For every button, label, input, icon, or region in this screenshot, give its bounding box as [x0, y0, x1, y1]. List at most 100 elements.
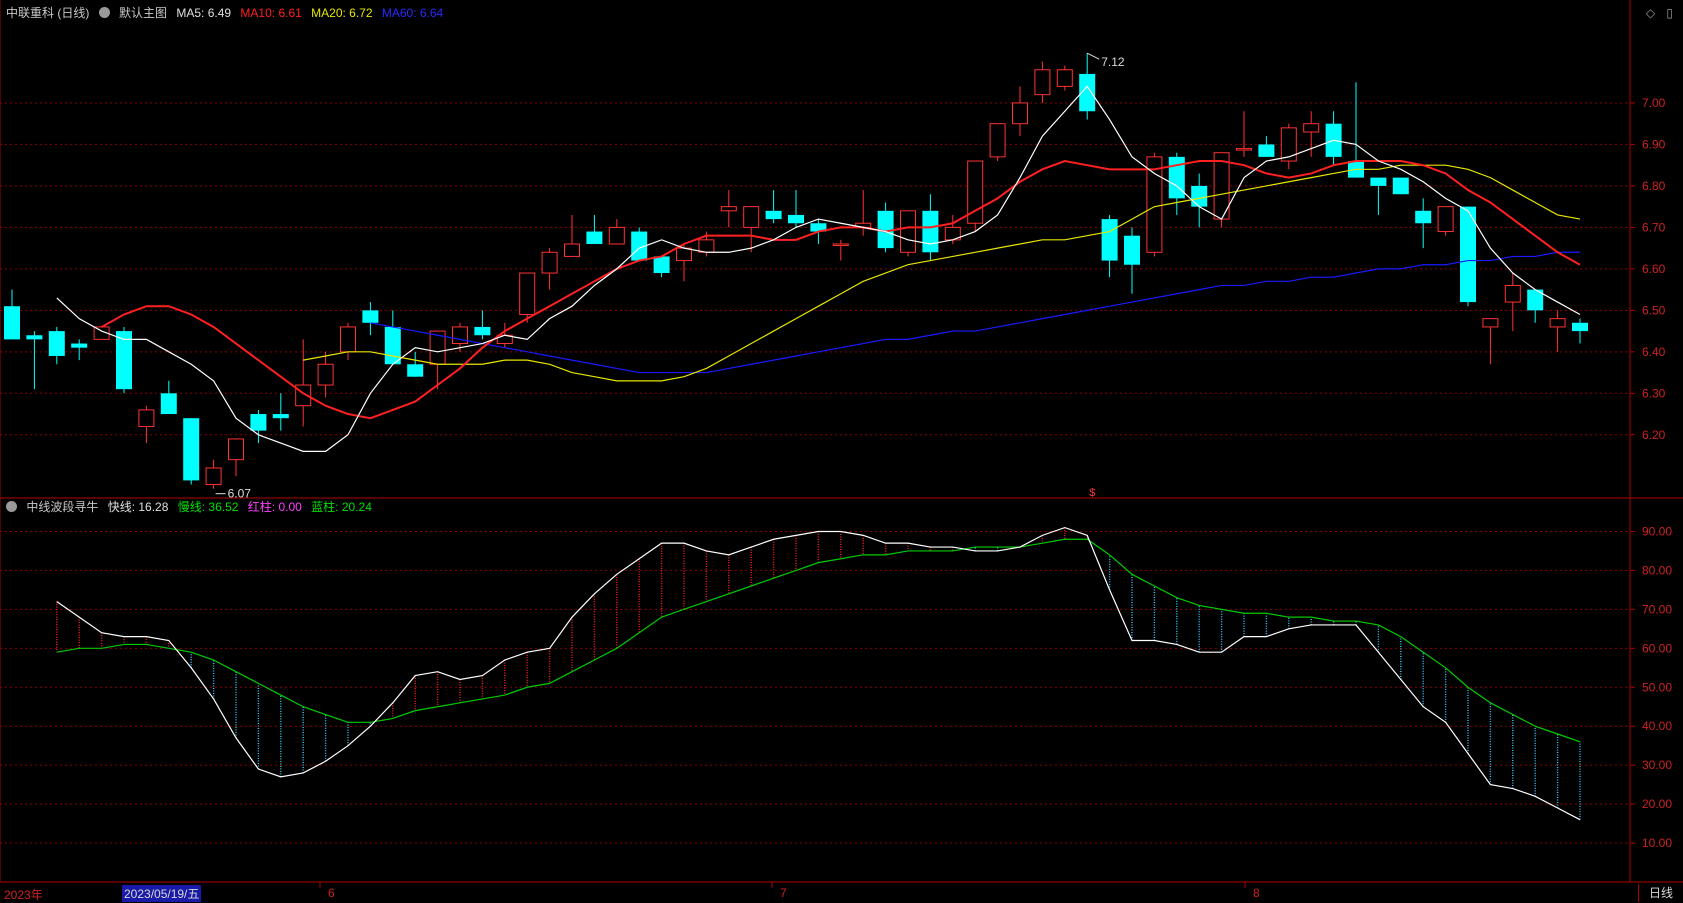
sub-y-tick-label: 80.00: [1642, 563, 1672, 577]
candle-body-down: [160, 393, 177, 415]
red-col-label: 红柱: 0.00: [247, 500, 302, 514]
main-y-tick-label: 6.30: [1642, 386, 1666, 400]
indicator-gear-icon[interactable]: [6, 501, 17, 512]
candle-body-down: [250, 414, 267, 431]
sub-y-tick-label: 50.00: [1642, 680, 1672, 694]
x-label-month-8: 8: [1253, 886, 1260, 900]
candle-body-down: [26, 335, 43, 340]
sub-y-tick-label: 70.00: [1642, 602, 1672, 616]
candle-body-up: [900, 210, 916, 253]
candle-body-down: [407, 364, 424, 377]
sub-y-tick-label: 20.00: [1642, 797, 1672, 811]
candle-body-up: [676, 247, 692, 262]
candle-body-down: [4, 306, 20, 340]
candle-body-down: [1191, 185, 1208, 207]
x-label-month-7: 7: [780, 886, 787, 900]
candle-body-down: [384, 326, 401, 365]
candle-body-down: [183, 418, 200, 481]
candle-body-up: [1549, 318, 1566, 328]
high-pointer: [1086, 52, 1100, 60]
candle-body-down: [1168, 156, 1185, 199]
candle-body-up: [1034, 69, 1051, 96]
candle-body-up: [1012, 102, 1028, 125]
blue-col-label: 蓝柱: 20.24: [311, 500, 372, 514]
selected-date[interactable]: 2023/05/19/五: [122, 885, 202, 902]
candle-body-down: [1370, 177, 1387, 186]
ma60-label: MA60: 6.64: [381, 6, 444, 20]
candle-body-down: [362, 310, 379, 323]
main-y-tick-label: 6.40: [1642, 345, 1666, 359]
candle-body-up: [608, 226, 625, 245]
candle-body-up: [205, 467, 222, 486]
candle-body-up: [228, 438, 244, 461]
candle-body-up: [989, 123, 1006, 158]
candle-body-down: [1572, 322, 1588, 332]
top-right-icons: ◇ ▯: [1638, 6, 1673, 20]
x-label-year: 2023年: [4, 888, 43, 902]
candle-body-up: [1303, 123, 1320, 133]
candle-body-down: [1258, 144, 1275, 157]
candle-body-up: [832, 243, 849, 246]
sub-y-tick-label: 30.00: [1642, 758, 1672, 772]
candle-body-up: [317, 363, 334, 386]
candle-body-up: [519, 272, 536, 315]
candle-body-up: [698, 239, 715, 253]
main-y-tick-label: 6.60: [1642, 262, 1666, 276]
slow-line: [56, 538, 1581, 743]
main-y-tick-label: 6.70: [1642, 220, 1666, 234]
fast-line: [56, 526, 1581, 821]
candle-body-down: [1124, 235, 1140, 265]
low-label: 6.07: [228, 487, 252, 501]
candle-body-down: [1101, 219, 1118, 261]
candle-body-down: [1415, 210, 1432, 224]
candle-body-down: [474, 326, 491, 336]
candle-body-down: [48, 331, 65, 356]
candle-body-down: [272, 414, 289, 419]
candle-body-up: [1146, 156, 1163, 253]
candle-body-up: [720, 206, 737, 212]
sub-y-tick-label: 40.00: [1642, 719, 1672, 733]
candle-body-down: [586, 231, 603, 244]
sub-y-tick-label: 10.00: [1642, 836, 1672, 850]
main-y-tick-label: 6.80: [1642, 179, 1666, 193]
kline-chart-canvas[interactable]: 7.12 6.07 $ 7.00 6.90 6.80 6.70 6.60 6.50 6.40 6.…: [0, 0, 1683, 902]
candle-body-down: [71, 343, 88, 348]
stock-name[interactable]: 中联重科 (日线): [6, 6, 89, 20]
candle-body-up: [1504, 284, 1521, 303]
indicator-plot[interactable]: [56, 526, 1581, 821]
ma10-label: MA10: 6.61: [240, 6, 302, 20]
candle-body-up: [564, 243, 580, 257]
candle-body-up: [1280, 127, 1297, 162]
candle-body-up: [138, 409, 155, 427]
candle-body-up: [743, 206, 760, 228]
fast-line-label: 快线: 16.28: [107, 500, 169, 514]
window-icon[interactable]: ▯: [1666, 6, 1673, 20]
diamond-icon[interactable]: ◇: [1646, 6, 1655, 20]
main-chart-label[interactable]: 默认主图: [119, 6, 167, 20]
x-label-month-6: 6: [328, 886, 335, 900]
indicator-header: 中线波段寻牛 快线: 16.28 慢线: 36.52 红柱: 0.00 蓝柱: …: [6, 500, 378, 514]
period-button[interactable]: 日线: [1638, 884, 1683, 902]
ma20-label: MA20: 6.72: [311, 6, 373, 20]
main-y-tick-label: 7.00: [1642, 96, 1666, 110]
candle-body-up: [1056, 69, 1073, 87]
sub-y-tick-label: 90.00: [1642, 524, 1672, 538]
candle-body-down: [922, 210, 939, 253]
main-y-tick-label: 6.50: [1642, 303, 1666, 317]
grid-lines: [0, 0, 1683, 888]
ma5-label: MA5: 6.49: [176, 6, 232, 20]
main-y-tick-label: 6.90: [1642, 137, 1666, 151]
candle-body-up: [452, 326, 468, 345]
main-chart-header: 中联重科 (日线) 默认主图 MA5: 6.49 MA10: 6.61 MA20…: [6, 6, 449, 20]
candle-body-up: [340, 326, 356, 353]
main-price-plot[interactable]: 7.12 6.07 $: [4, 52, 1588, 501]
high-label: 7.12: [1101, 55, 1125, 69]
signal-marker: $: [1089, 487, 1095, 499]
candle-body-up: [1482, 318, 1499, 328]
indicator-name[interactable]: 中线波段寻牛: [26, 500, 98, 514]
ma20-line: [303, 164, 1581, 382]
main-y-tick-label: 6.20: [1642, 428, 1666, 442]
candle-body-up: [1236, 148, 1252, 151]
settings-gear-icon[interactable]: [98, 7, 110, 18]
slow-line-label: 慢线: 36.52: [177, 500, 239, 514]
